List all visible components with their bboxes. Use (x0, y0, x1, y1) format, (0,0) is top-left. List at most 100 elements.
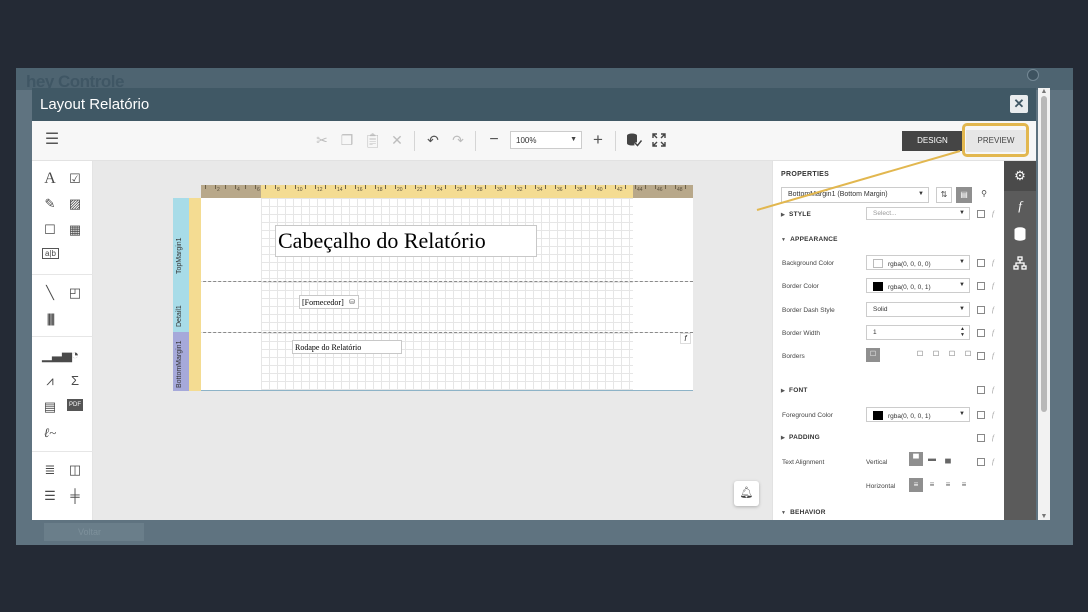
bell-icon[interactable]: 🔔︎ (734, 481, 759, 506)
function-icon[interactable]: f (989, 329, 997, 337)
design-button[interactable]: DESIGN (902, 131, 963, 151)
function-icon[interactable]: f (1012, 198, 1028, 214)
function-icon[interactable]: f (989, 306, 997, 314)
border-width-field[interactable]: 1 ▲ ▼ (866, 325, 970, 340)
page-break-icon[interactable]: ╪ (67, 488, 83, 504)
border-left-icon[interactable]: ☐ (929, 348, 943, 362)
property-marker-icon[interactable] (977, 210, 985, 218)
search-icon[interactable]: ⚲ (976, 187, 992, 203)
plus-icon[interactable]: + (590, 131, 606, 148)
gauge-icon[interactable]: ◔ (67, 347, 83, 363)
table-icon[interactable]: ▦ (67, 222, 83, 238)
report-footer-label[interactable]: Rodape do Relatório (292, 340, 402, 354)
cross-band-icon[interactable]: ☰ (42, 488, 58, 504)
report-header-label[interactable]: Cabeçalho do Relatório (275, 225, 537, 257)
appearance-section[interactable]: ▼ APPEARANCE (781, 236, 838, 243)
function-icon[interactable]: f (989, 210, 997, 218)
redo-icon[interactable]: ↷ (450, 132, 466, 148)
band-bottommargin[interactable] (201, 333, 693, 391)
align-middle-icon[interactable]: ▬ (925, 452, 939, 466)
border-color-field[interactable]: rgba(0, 0, 0, 1) ▼ (866, 278, 970, 293)
hamburger-menu-icon[interactable]: ☰ (44, 132, 60, 148)
signature-icon[interactable]: ℓ~ (42, 425, 58, 441)
database-check-icon[interactable] (626, 132, 643, 148)
function-icon[interactable]: f (989, 259, 997, 267)
rich-text-icon[interactable]: ✎ (42, 196, 58, 212)
sparkline-icon[interactable]: ⩘ (42, 373, 58, 389)
line-icon[interactable]: ╲ (42, 285, 58, 301)
database-icon[interactable] (1012, 227, 1028, 243)
hierarchy-icon[interactable] (1012, 256, 1028, 272)
property-marker-icon[interactable] (977, 434, 985, 442)
delete-icon[interactable]: ✕ (389, 132, 405, 148)
table-of-contents-icon[interactable]: ≣ (42, 462, 58, 478)
align-justify-icon[interactable]: ≡ (957, 478, 971, 492)
fornecedor-field[interactable]: [Fornecedor] ⛁ (299, 295, 359, 309)
page-break-info-icon[interactable]: ◫ (67, 462, 83, 478)
band-detail[interactable] (201, 282, 693, 332)
font-section[interactable]: ▶ FONT (781, 387, 808, 394)
scroll-up-icon[interactable]: ▲ (1040, 88, 1048, 95)
scrollbar-thumb[interactable] (1041, 96, 1047, 412)
function-icon[interactable]: f (989, 434, 997, 442)
expression-icon[interactable]: f (680, 333, 691, 344)
scroll-down-icon[interactable]: ▼ (1040, 513, 1048, 520)
border-none-icon[interactable]: ☐ (913, 348, 927, 362)
chart-icon[interactable]: ▁▃▅ (42, 347, 72, 363)
property-marker-icon[interactable] (977, 259, 985, 267)
foreground-color-field[interactable]: rgba(0, 0, 0, 1) ▼ (866, 407, 970, 422)
undo-icon[interactable]: ↶ (425, 132, 441, 148)
align-center-icon[interactable]: ≡ (925, 478, 939, 492)
summary-icon[interactable]: Σ (67, 373, 83, 389)
categorized-icon[interactable]: ▤ (956, 187, 972, 203)
component-select[interactable]: BottomMargin1 (Bottom Margin) ▼ (781, 187, 929, 203)
band-label-bottommargin[interactable]: BottomMargin1 (173, 332, 189, 391)
barcode-icon[interactable]: ||||| (42, 311, 58, 327)
function-icon[interactable]: f (989, 282, 997, 290)
cut-icon[interactable]: ✂ (314, 132, 330, 148)
style-select[interactable]: Select... ▼ (866, 207, 970, 220)
property-marker-icon[interactable] (977, 306, 985, 314)
align-right-icon[interactable]: ≡ (941, 478, 955, 492)
vertical-scrollbar[interactable]: ▲ ▼ (1038, 88, 1050, 520)
zoom-select[interactable]: 100% ▼ (510, 131, 582, 149)
panel-icon[interactable]: ☐ (42, 222, 58, 238)
padding-section[interactable]: ▶ PADDING (781, 434, 820, 441)
border-top-icon[interactable]: ☐ (945, 348, 959, 362)
gear-icon[interactable]: ⚙ (1004, 161, 1036, 191)
minus-icon[interactable]: − (486, 132, 502, 148)
property-marker-icon[interactable] (977, 386, 985, 394)
close-button[interactable]: ✕ (1010, 95, 1028, 113)
property-marker-icon[interactable] (977, 352, 985, 360)
border-right-icon[interactable]: ☐ (961, 348, 975, 362)
stepper-icon[interactable]: ▲ ▼ (960, 326, 965, 338)
label-icon[interactable]: A (42, 171, 58, 187)
align-top-icon[interactable]: ▀ (909, 452, 923, 466)
design-surface[interactable]: 2 4 6 8 10 12 14 16 18 20 22 24 26 28 30 32 34 36 38 40 42 44… (93, 161, 772, 520)
fullscreen-icon[interactable] (651, 132, 667, 148)
function-icon[interactable]: f (989, 458, 997, 466)
checkbox-icon[interactable]: ☑ (67, 171, 83, 187)
band-label-topmargin[interactable]: TopMargin1 (173, 198, 189, 281)
function-icon[interactable]: f (989, 386, 997, 394)
band-label-detail[interactable]: Detail1 (173, 281, 189, 332)
border-all-icon[interactable]: ☐ (866, 348, 880, 362)
page-info-icon[interactable]: ▤ (42, 399, 58, 415)
picture-icon[interactable]: ▨ (67, 196, 83, 212)
pdf-content-icon[interactable]: PDF (67, 399, 83, 411)
property-marker-icon[interactable] (977, 411, 985, 419)
function-icon[interactable]: f (989, 411, 997, 419)
style-section[interactable]: ▶ STYLE (781, 211, 811, 218)
align-left-icon[interactable]: ≡ (909, 478, 923, 492)
align-bottom-icon[interactable]: ▄ (941, 452, 955, 466)
function-icon[interactable]: f (989, 352, 997, 360)
property-marker-icon[interactable] (977, 282, 985, 290)
shape-icon[interactable]: ◰ (67, 285, 83, 301)
background-color-field[interactable]: rgba(0, 0, 0, 0) ▼ (866, 255, 970, 270)
character-comb-icon[interactable]: a|b (42, 248, 59, 259)
property-marker-icon[interactable] (977, 458, 985, 466)
border-dash-style-select[interactable]: Solid ▼ (866, 302, 970, 317)
paste-icon[interactable]: 📋︎ (364, 132, 382, 148)
copy-icon[interactable]: ❐ (339, 132, 355, 148)
sort-alphabetical-icon[interactable]: ⇅ (936, 187, 952, 203)
